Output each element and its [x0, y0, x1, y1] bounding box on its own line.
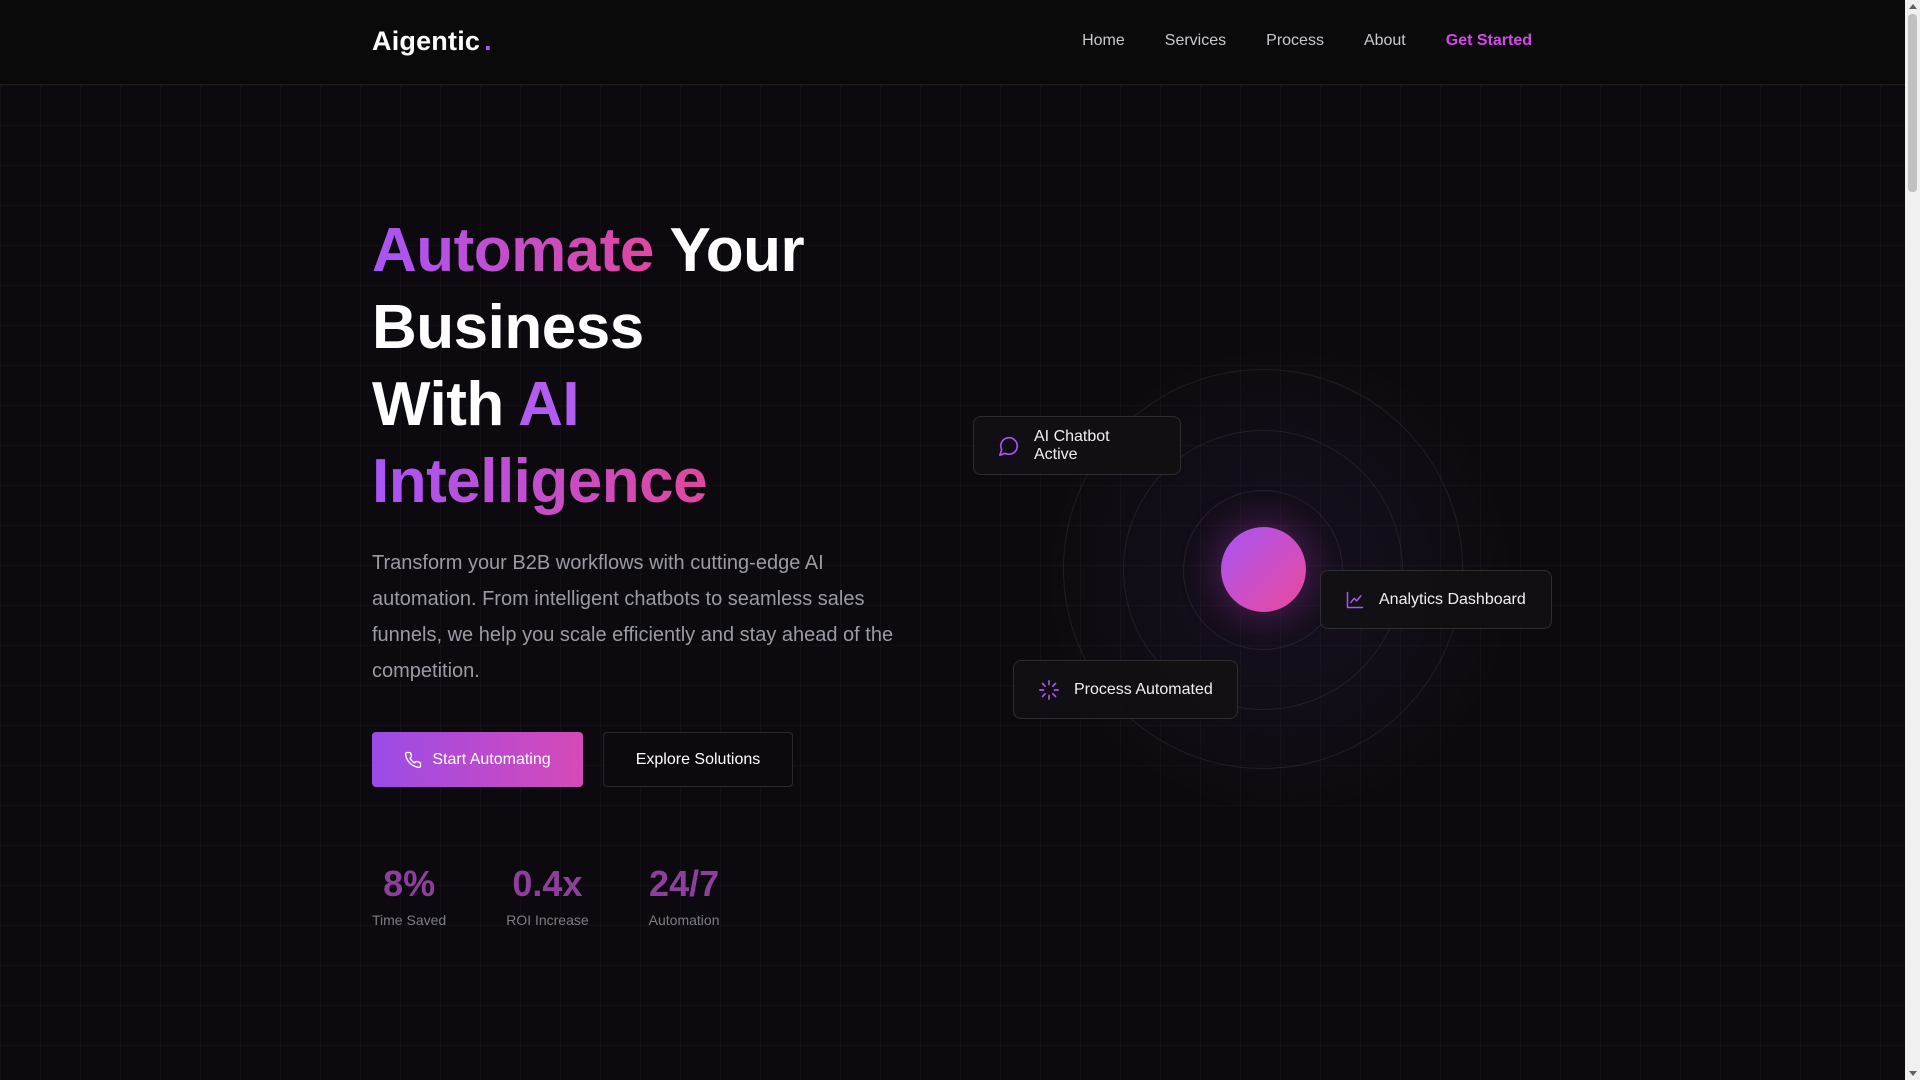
nav-process[interactable]: Process — [1266, 32, 1324, 50]
brand-name: Aigentic — [372, 26, 481, 56]
stat-label: Automation — [648, 912, 720, 928]
start-automating-label: Start Automating — [432, 750, 551, 768]
start-automating-button[interactable]: Start Automating — [372, 732, 583, 787]
explore-solutions-button[interactable]: Explore Solutions — [603, 732, 793, 787]
scrollbar-thumb[interactable] — [1908, 14, 1917, 192]
nav-get-started[interactable]: Get Started — [1446, 32, 1532, 50]
hero-title-word: AI — [518, 370, 580, 439]
hero-title: Automate Your Business With AI Intellige… — [372, 212, 932, 520]
card-label: AI Chatbot Active — [1034, 427, 1110, 463]
brand-logo[interactable]: Aigentic. — [372, 26, 492, 57]
hero-title-word: Business — [372, 293, 644, 362]
line-chart-icon — [1346, 591, 1364, 608]
stat-roi-increase: 0.4x ROI Increase — [506, 862, 588, 928]
stat-label: Time Saved — [372, 912, 447, 928]
stat-value: 0.4x — [512, 863, 583, 904]
stat-time-saved: 8% Time Saved — [372, 862, 446, 928]
message-circle-icon — [999, 436, 1019, 456]
grid-background — [0, 85, 1905, 1080]
card-process-automated[interactable]: Process Automated — [1013, 660, 1238, 719]
loader-icon — [1039, 679, 1059, 700]
main-nav: Home Services Process About Get Started — [1082, 32, 1532, 50]
brand-dot: . — [484, 26, 492, 56]
ai-core-orb — [1221, 527, 1306, 612]
page-scrollbar[interactable] — [1905, 0, 1920, 1080]
stats-row: 8% Time Saved 0.4x ROI Increase 24/7 Aut… — [372, 862, 780, 928]
nav-about[interactable]: About — [1364, 32, 1406, 50]
stat-value: 8% — [383, 863, 436, 904]
hero-description: Transform your B2B workflows with cuttin… — [372, 552, 894, 682]
site-header: Aigentic. Home Services Process About Ge… — [0, 0, 1905, 85]
card-ai-chatbot[interactable]: AI Chatbot Active — [973, 416, 1181, 475]
hero-title-word: Your — [669, 216, 805, 285]
stat-value: 24/7 — [649, 863, 720, 904]
hero-title-word: With — [372, 370, 504, 439]
hero-title-word: Automate — [372, 216, 654, 285]
nav-services[interactable]: Services — [1165, 32, 1226, 50]
scroll-up-icon[interactable] — [1909, 4, 1917, 9]
card-label: Analytics Dashboard — [1379, 590, 1526, 608]
stat-automation: 24/7 Automation — [649, 862, 720, 928]
card-analytics-dashboard[interactable]: Analytics Dashboard — [1320, 570, 1552, 629]
scroll-down-icon[interactable] — [1909, 1071, 1917, 1076]
hero-title-word: Intelligence — [372, 447, 708, 516]
phone-icon — [405, 751, 422, 768]
card-label: Process Automated — [1074, 680, 1213, 698]
stat-label: ROI Increase — [506, 912, 589, 928]
nav-home[interactable]: Home — [1082, 32, 1125, 50]
